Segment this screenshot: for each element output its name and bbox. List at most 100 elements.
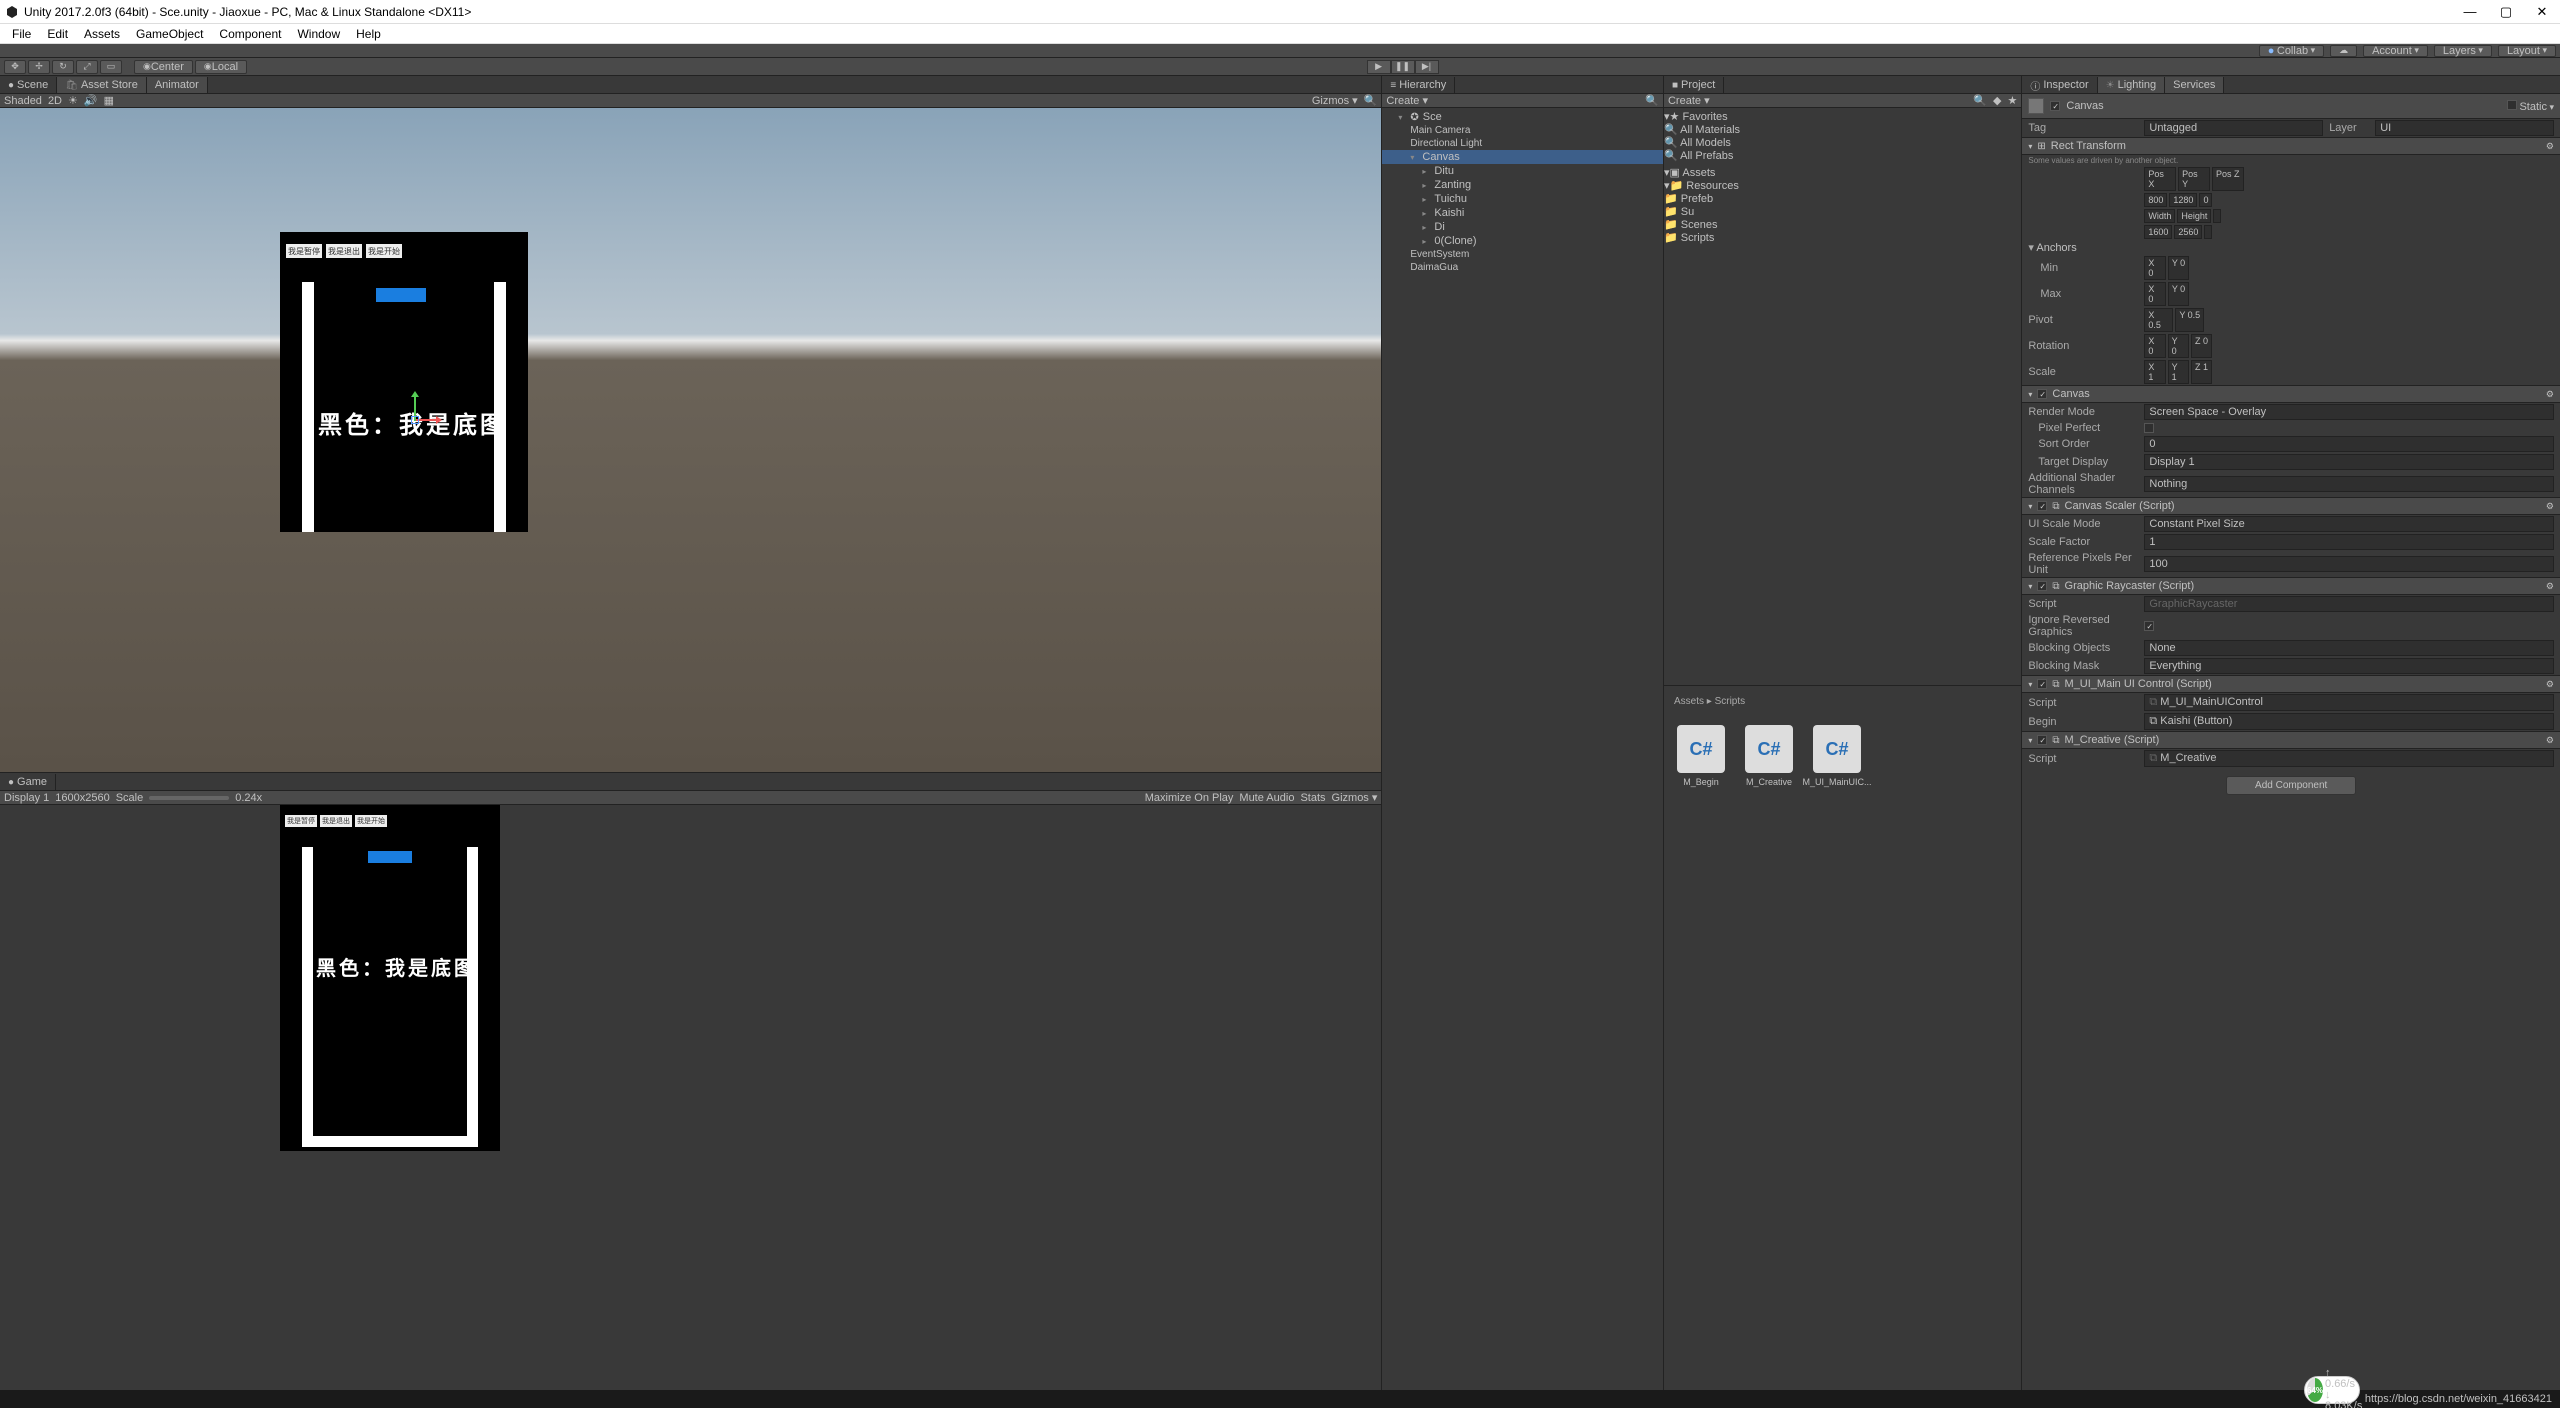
transform-gizmo-icon[interactable] — [396, 397, 436, 437]
layout-dropdown[interactable]: Layout ▾ — [2498, 45, 2556, 57]
pivot-toggle[interactable]: ◉ Center — [134, 60, 193, 74]
cloud-icon[interactable]: ☁ — [2330, 45, 2357, 57]
sort-order-field[interactable]: 0 — [2144, 436, 2554, 452]
scale-y[interactable]: Y 1 — [2168, 360, 2189, 384]
script-asset[interactable]: C#M_Begin — [1674, 725, 1728, 787]
hierarchy-item[interactable]: DaimaGua — [1382, 261, 1663, 274]
hand-tool-button[interactable]: ✥ — [4, 60, 26, 74]
assets-folder[interactable]: ▾▣ Assets — [1664, 166, 2021, 179]
mode-2d-toggle[interactable]: 2D — [48, 95, 62, 107]
script-asset[interactable]: C#M_UI_MainUIC... — [1810, 725, 1864, 787]
canvas-scaler-header[interactable]: ▾ ⧉ Canvas Scaler (Script)⚙ — [2022, 497, 2560, 515]
project-search-icon[interactable]: 🔍 — [1973, 94, 1987, 107]
hierarchy-search-icon[interactable]: 🔍 — [1645, 94, 1659, 107]
game-view[interactable]: 我是暂停 我是退出 我是开始 黑色：我是底图 — [0, 805, 1381, 1390]
height-field[interactable]: 2560 — [2174, 225, 2202, 239]
scene-view[interactable]: 我是暂停 我是退出 我是开始 黑色：我是底图 — [0, 108, 1381, 772]
prefeb-folder[interactable]: 📁 Prefeb — [1664, 192, 2021, 205]
posz-field[interactable]: 0 — [2199, 193, 2212, 207]
performance-widget[interactable]: 64% ↑ 0.66/s ↓ 8.03K/s — [2304, 1376, 2360, 1404]
hierarchy-item[interactable]: Directional Light — [1382, 137, 1663, 150]
gameobject-icon[interactable] — [2028, 98, 2044, 114]
posx-field[interactable]: 800 — [2144, 193, 2167, 207]
gizmos-dropdown[interactable]: Gizmos ▾ — [1312, 94, 1358, 107]
close-button[interactable]: ✕ — [2528, 2, 2556, 22]
hierarchy-item[interactable]: EventSystem — [1382, 248, 1663, 261]
menu-gameobject[interactable]: GameObject — [130, 27, 209, 41]
layer-dropdown[interactable]: UI — [2375, 120, 2554, 136]
tab-lighting[interactable]: ☀ Lighting — [2098, 77, 2166, 93]
anchor-min-x[interactable]: X 0 — [2144, 256, 2165, 280]
script-asset[interactable]: C#M_Creative — [1742, 725, 1796, 787]
hierarchy-item[interactable]: ▸Kaishi — [1382, 206, 1663, 220]
width-field[interactable]: 1600 — [2144, 225, 2172, 239]
hierarchy-item[interactable]: ▸0(Clone) — [1382, 234, 1663, 248]
account-dropdown[interactable]: Account ▾ — [2363, 45, 2428, 57]
pixel-perfect-checkbox[interactable] — [2144, 423, 2154, 433]
hierarchy-item[interactable]: ▸Zanting — [1382, 178, 1663, 192]
hierarchy-item[interactable]: ▸Tuichu — [1382, 192, 1663, 206]
scale-factor-field[interactable]: 1 — [2144, 534, 2554, 550]
anchor-max-y[interactable]: Y 0 — [2168, 282, 2189, 306]
hierarchy-item-canvas[interactable]: ▾Canvas — [1382, 150, 1663, 164]
hierarchy-item[interactable]: ▸Di — [1382, 220, 1663, 234]
add-component-button[interactable]: Add Component — [2226, 776, 2356, 795]
all-prefabs[interactable]: 🔍 All Prefabs — [1664, 149, 2021, 162]
tag-dropdown[interactable]: Untagged — [2144, 120, 2323, 136]
all-materials[interactable]: 🔍 All Materials — [1664, 123, 2021, 136]
mute-toggle[interactable]: Mute Audio — [1239, 792, 1294, 804]
ui-control-script-header[interactable]: ▾ ⧉ M_UI_Main UI Control (Script)⚙ — [2022, 675, 2560, 693]
shaded-dropdown[interactable]: Shaded — [4, 95, 42, 107]
scenes-folder[interactable]: 📁 Scenes — [1664, 218, 2021, 231]
menu-file[interactable]: File — [6, 27, 37, 41]
blocking-objects-dropdown[interactable]: None — [2144, 640, 2554, 656]
minimize-button[interactable]: — — [2456, 2, 2484, 22]
gear-icon[interactable]: ⚙ — [2546, 735, 2554, 746]
maximize-toggle[interactable]: Maximize On Play — [1145, 792, 1234, 804]
hierarchy-item[interactable]: Main Camera — [1382, 124, 1663, 137]
ignore-reversed-checkbox[interactable] — [2144, 621, 2154, 631]
tab-inspector[interactable]: ⓘ Inspector — [2022, 77, 2097, 93]
begin-object-field[interactable]: ⧉ Kaishi (Button) — [2144, 713, 2554, 730]
resources-folder[interactable]: ▾📁 Resources — [1664, 179, 2021, 192]
display-dropdown[interactable]: Display 1 — [4, 792, 49, 804]
hierarchy-create-dropdown[interactable]: Create ▾ — [1386, 94, 1428, 107]
tab-game[interactable]: ● Game — [0, 774, 56, 790]
rot-z[interactable]: Z 0 — [2191, 334, 2212, 358]
project-create-dropdown[interactable]: Create ▾ — [1668, 94, 1710, 107]
collab-dropdown[interactable]: ● Collab ▾ — [2259, 45, 2324, 57]
anchor-min-y[interactable]: Y 0 — [2168, 256, 2189, 280]
gameobject-name[interactable]: Canvas — [2066, 100, 2103, 112]
render-mode-dropdown[interactable]: Screen Space - Overlay — [2144, 404, 2554, 420]
lighting-toggle-icon[interactable]: ☀ — [68, 94, 78, 107]
tab-animator[interactable]: Animator — [147, 77, 208, 93]
scripts-folder[interactable]: 📁 Scripts — [1664, 231, 2021, 244]
all-models[interactable]: 🔍 All Models — [1664, 136, 2021, 149]
ref-pixels-field[interactable]: 100 — [2144, 556, 2554, 572]
menu-window[interactable]: Window — [291, 27, 346, 41]
scene-root[interactable]: ▾✪ Sce — [1382, 110, 1663, 124]
project-breadcrumb[interactable]: Assets ▸ Scripts — [1674, 696, 2011, 707]
gear-icon[interactable]: ⚙ — [2546, 581, 2554, 592]
tab-services[interactable]: Services — [2165, 77, 2224, 93]
tab-scene[interactable]: ● Scene — [0, 77, 57, 93]
rect-transform-header[interactable]: ▾⊞ Rect Transform⚙ — [2022, 137, 2560, 155]
project-star-icon[interactable]: ★ — [2008, 94, 2018, 107]
scale-x[interactable]: X 1 — [2144, 360, 2165, 384]
pause-button[interactable]: ❚❚ — [1391, 60, 1415, 74]
scale-slider[interactable] — [149, 796, 229, 800]
stats-toggle[interactable]: Stats — [1300, 792, 1325, 804]
shader-channels-dropdown[interactable]: Nothing — [2144, 476, 2554, 492]
play-button[interactable]: ▶ — [1367, 60, 1391, 74]
tab-asset-store[interactable]: 🛍 Asset Store — [57, 77, 147, 93]
menu-help[interactable]: Help — [350, 27, 387, 41]
pivot-y[interactable]: Y 0.5 — [2175, 308, 2204, 332]
move-tool-button[interactable]: ✢ — [28, 60, 50, 74]
fx-toggle-icon[interactable]: ▦ — [104, 94, 114, 107]
rot-x[interactable]: X 0 — [2144, 334, 2165, 358]
rot-y[interactable]: Y 0 — [2168, 334, 2189, 358]
scene-search-icon[interactable]: 🔍 — [1364, 94, 1378, 107]
layers-dropdown[interactable]: Layers ▾ — [2434, 45, 2492, 57]
active-checkbox[interactable] — [2050, 101, 2060, 111]
canvas-component-header[interactable]: ▾ Canvas⚙ — [2022, 385, 2560, 403]
